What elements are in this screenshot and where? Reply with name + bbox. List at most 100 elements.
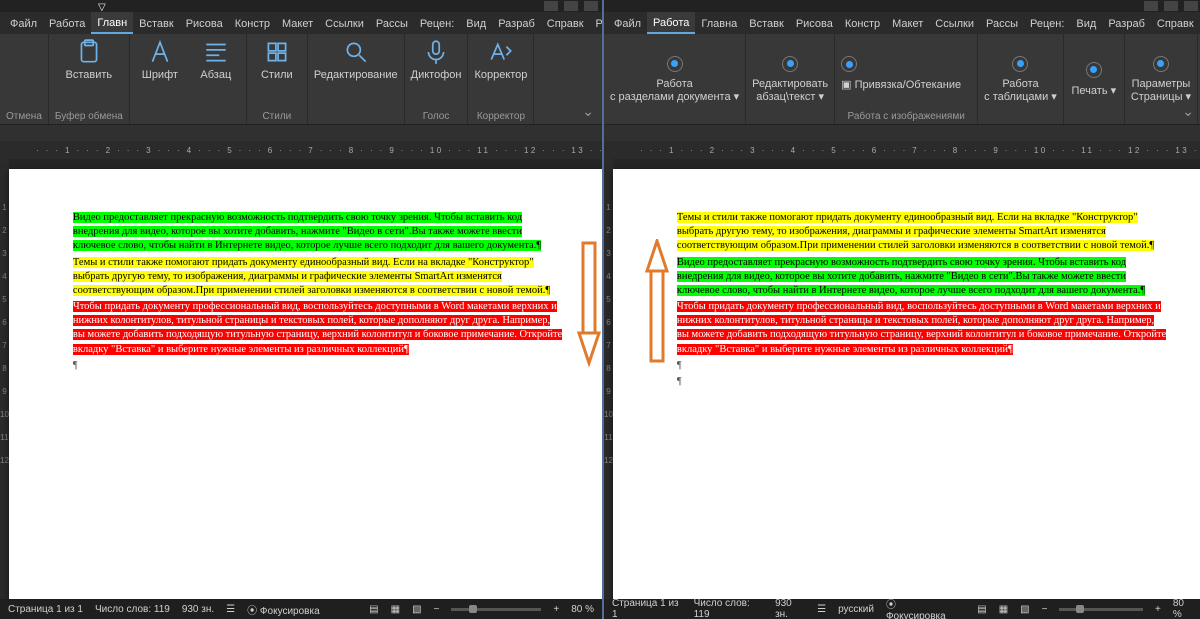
menu-файл[interactable]: Файл [4,13,43,33]
zoom-in-icon[interactable]: + [1155,604,1161,615]
menu-pdf-x[interactable]: PDF-X [590,13,602,33]
close-icon[interactable] [584,1,598,11]
anchor-wrap-label[interactable]: ▣ Привязка/Обтекание [841,78,961,91]
view-read-icon[interactable]: ▦ [999,604,1008,615]
paragraph-green[interactable]: Видео предоставляет прекрасную возможнос… [677,257,1145,296]
radio-on-icon[interactable] [1012,56,1028,72]
menu-справк[interactable]: Справк [1151,13,1200,33]
status-words[interactable]: Число слов: 119 [95,604,170,615]
ruler-numbers: · · · 1 · · · 2 · · · 3 · · · 4 · · · 5 … [640,146,1200,155]
status-chars[interactable]: 930 зн. [182,604,214,615]
language-icon[interactable]: ☰ [817,604,826,615]
zoom-level[interactable]: 80 % [1173,598,1194,619]
status-page[interactable]: Страница 1 из 1 [8,604,83,615]
menu-рецен:[interactable]: Рецен: [1024,13,1070,33]
radio-on-icon[interactable] [1086,62,1102,78]
maximize-icon[interactable] [564,1,578,11]
menu-констр[interactable]: Констр [839,13,886,33]
pageparams-button[interactable]: ПараметрыСтраницы ▾ [1131,78,1191,103]
maximize-icon[interactable] [1164,1,1178,11]
edit-button[interactable]: Редактирование [314,38,398,81]
minimize-icon[interactable] [544,1,558,11]
menu-макет[interactable]: Макет [886,13,929,33]
menu-справк[interactable]: Справк [541,13,590,33]
mic-button[interactable]: Диктофон [411,38,462,81]
menu-файл[interactable]: Файл [608,13,647,33]
radio-on-icon[interactable] [1153,56,1169,72]
group-label: Буфер обмена [55,109,123,122]
arrow-down-icon [575,239,602,369]
focus-mode[interactable]: ⦿ Фокусировка [247,602,320,617]
status-page[interactable]: Страница 1 из 1 [612,598,682,619]
status-language[interactable]: русский [838,604,874,615]
focus-mode[interactable]: ⦿ Фокусировка [886,596,953,619]
menu-ссылки[interactable]: Ссылки [929,13,980,33]
vertical-ruler: 123456789101112 [604,159,613,599]
paste-button[interactable]: Вставить [65,38,113,81]
table-button[interactable]: Работас таблицами ▾ [984,78,1057,103]
menu-работа[interactable]: Работа [43,13,91,33]
menu-главна[interactable]: Главна [695,13,743,33]
zoom-slider[interactable] [451,608,541,611]
menu-рисова[interactable]: Рисова [180,13,229,33]
collapse-ribbon-icon[interactable]: ⌄ [1182,103,1194,120]
pilcrow: ¶ [677,359,1167,373]
font-button[interactable]: Шрифт [136,38,184,81]
radio-on-icon[interactable] [667,56,683,72]
view-print-icon[interactable]: ▤ [369,604,378,615]
print-button[interactable]: Печать ▾ [1070,84,1118,97]
paragraph-button[interactable]: Абзац [192,38,240,81]
zoom-out-icon[interactable]: − [434,604,440,615]
pilcrow: ¶ [73,359,563,373]
menu-вставк[interactable]: Вставк [133,13,180,33]
document-page[interactable]: Темы и стили также помогают придать доку… [613,169,1200,599]
menu-работа[interactable]: Работа [647,12,695,34]
menu-рассы[interactable]: Рассы [370,13,414,33]
view-read-icon[interactable]: ▦ [391,604,400,615]
menu-рассы[interactable]: Рассы [980,13,1024,33]
button-label: Работас таблицами ▾ [984,78,1057,103]
corrector-icon [487,38,515,66]
corrector-button[interactable]: Корректор [474,38,527,81]
menu-макет[interactable]: Макет [276,13,319,33]
edit-icon [342,38,370,66]
anchor-checkbox[interactable] [841,56,857,72]
radio-on-icon[interactable] [782,56,798,72]
workspace: 123456789101112 Темы и стили также помог… [604,159,1200,599]
paragraph-yellow[interactable]: Темы и стили также помогают придать доку… [73,257,550,296]
view-print-icon[interactable]: ▤ [977,604,986,615]
menu-рецен:[interactable]: Рецен: [414,13,460,33]
view-web-icon[interactable]: ▧ [1020,604,1029,615]
zoom-out-icon[interactable]: − [1042,604,1048,615]
menu-вид[interactable]: Вид [460,13,492,33]
editpara-button[interactable]: Редактироватьабзац\текст ▾ [752,78,828,103]
menu-разраб[interactable]: Разраб [492,13,541,33]
minimize-icon[interactable] [1144,1,1158,11]
styles-button[interactable]: Стили [253,38,301,81]
status-words[interactable]: Число слов: 119 [694,598,763,619]
menu-вид[interactable]: Вид [1070,13,1102,33]
paste-icon [75,38,103,66]
menu-bar: ФайлРаботаГлавнаВставкРисоваКонстрМакетС… [604,12,1200,34]
paragraph-yellow[interactable]: Темы и стили также помогают придать доку… [677,212,1154,251]
menu-констр[interactable]: Констр [229,13,276,33]
zoom-slider[interactable] [1059,608,1143,611]
sections-button[interactable]: Работас разделами документа ▾ [610,78,739,103]
close-icon[interactable] [1184,1,1198,11]
menu-ссылки[interactable]: Ссылки [319,13,370,33]
collapse-ribbon-icon[interactable]: ⌄ [582,103,594,120]
accessibility-icon[interactable]: ☰ [226,604,235,615]
document-page[interactable]: Видео предоставляет прекрасную возможнос… [9,169,602,599]
menu-разраб[interactable]: Разраб [1102,13,1151,33]
view-web-icon[interactable]: ▧ [412,604,421,615]
menu-вставк[interactable]: Вставк [743,13,790,33]
paragraph-red[interactable]: Чтобы придать документу профессиональный… [677,301,1166,355]
status-bar: Страница 1 из 1 Число слов: 119 930 зн. … [604,599,1200,619]
paragraph-green[interactable]: Видео предоставляет прекрасную возможнос… [73,212,541,251]
status-chars[interactable]: 930 зн. [775,598,805,619]
zoom-in-icon[interactable]: + [553,604,559,615]
menu-рисова[interactable]: Рисова [790,13,839,33]
paragraph-red[interactable]: Чтобы придать документу профессиональный… [73,301,562,355]
zoom-level[interactable]: 80 % [571,604,594,615]
menu-главн[interactable]: Главн [91,12,133,34]
